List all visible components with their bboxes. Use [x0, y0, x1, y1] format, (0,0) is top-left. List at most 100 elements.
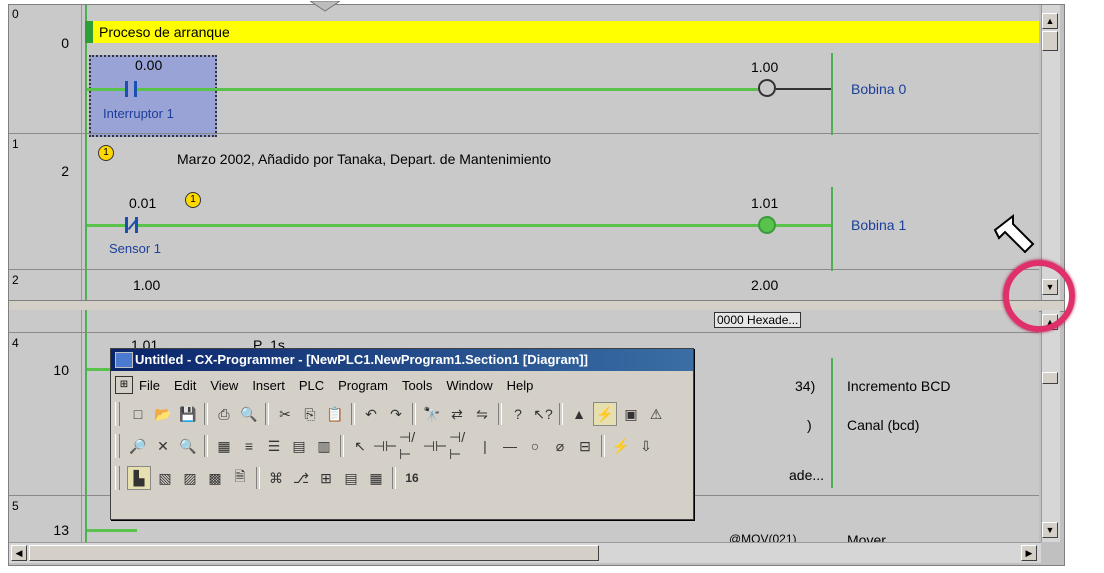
zoom-out-icon[interactable]: 🔍	[177, 435, 199, 457]
mnemonic-icon[interactable]: ▥	[313, 435, 335, 457]
contact-comment-marker-icon[interactable]: 1	[185, 192, 201, 208]
new-icon[interactable]: □	[127, 403, 149, 425]
scroll-down-arrow-icon[interactable]: ▼	[1042, 522, 1058, 538]
contact-no-icon[interactable]: ⊣⊢	[373, 435, 397, 457]
pointer-arrow-icon	[989, 208, 1039, 262]
cut-icon[interactable]: ✂	[274, 403, 296, 425]
find-icon[interactable]: 🔭	[421, 403, 443, 425]
menu-tools[interactable]: Tools	[402, 378, 432, 393]
find-replace-icon[interactable]: ⇋	[471, 403, 493, 425]
menu-view[interactable]: View	[210, 378, 238, 393]
contact-symbol-no[interactable]	[125, 81, 128, 97]
menu-program[interactable]: Program	[338, 378, 388, 393]
redo-icon[interactable]: ↷	[385, 403, 407, 425]
wire	[87, 88, 125, 91]
or-contact-icon[interactable]: ⊣⊢	[423, 435, 447, 457]
instruction-comment: Incremento BCD	[847, 378, 951, 394]
replace-icon[interactable]: ⇄	[446, 403, 468, 425]
coil-icon[interactable]: ○	[524, 435, 546, 457]
context-help-icon[interactable]: ↖?	[532, 403, 554, 425]
zoom-fit-icon[interactable]: ✕	[152, 435, 174, 457]
scroll-left-arrow-icon[interactable]: ◀	[11, 545, 27, 561]
warning-icon[interactable]: ▲	[568, 403, 590, 425]
contact-address: 0.01	[129, 195, 157, 211]
rung-number: 1	[12, 137, 19, 151]
vertical-line-icon[interactable]: |	[474, 435, 496, 457]
cross-reference-icon[interactable]: ⌘	[265, 467, 287, 489]
contact-address: 1.00	[133, 277, 161, 293]
coil-nc-icon[interactable]: ⌀	[549, 435, 571, 457]
right-power-rail	[831, 187, 833, 271]
paste-icon[interactable]: 📋	[324, 403, 346, 425]
coil-address: 1.00	[751, 59, 779, 75]
horizontal-line-icon[interactable]: —	[499, 435, 521, 457]
instruction-fragment: 34)	[795, 378, 816, 394]
scroll-up-arrow-icon[interactable]: ▲	[1042, 13, 1058, 29]
horizontal-scrollbar[interactable]: ◀ ▶	[9, 542, 1041, 563]
mnemonic-view-icon[interactable]: ▤	[340, 467, 362, 489]
zoom-icon[interactable]: 🔎	[127, 435, 149, 457]
menu-plc[interactable]: PLC	[299, 378, 324, 393]
comment-marker-icon[interactable]: 1	[98, 145, 114, 161]
scroll-thumb[interactable]	[1042, 31, 1058, 51]
copy-icon[interactable]: ⎘	[299, 403, 321, 425]
contact-symbol-nc[interactable]	[125, 217, 128, 233]
highlight-ring	[1003, 260, 1075, 332]
symbols-icon[interactable]: ⎇	[290, 467, 312, 489]
wire	[138, 224, 758, 227]
vertical-scrollbar-top[interactable]: ▲ ▼	[1041, 5, 1060, 300]
save-icon[interactable]: 💾	[177, 403, 199, 425]
menu-file[interactable]: File	[139, 378, 160, 393]
step-number: 0	[61, 35, 69, 51]
instruction-icon[interactable]: ⊟	[574, 435, 596, 457]
ladder-view-icon[interactable]: ⊞	[315, 467, 337, 489]
help-icon[interactable]: ?	[507, 403, 529, 425]
transfer-icon[interactable]: ⇩	[635, 435, 657, 457]
memory-icon[interactable]: ▦	[365, 467, 387, 489]
decimal-hex-toggle[interactable]: 16	[401, 467, 423, 489]
menu-edit[interactable]: Edit	[174, 378, 196, 393]
select-mode-icon[interactable]: ↖	[349, 435, 371, 457]
coil-symbol[interactable]	[758, 79, 776, 97]
coil-symbol-energized[interactable]	[758, 216, 776, 234]
print-icon[interactable]: ⎙	[213, 403, 235, 425]
ladder-pane-top[interactable]: 0 0 Proceso de arranque 0.00 Interruptor…	[9, 5, 1039, 300]
wire	[87, 529, 137, 532]
print-preview-icon[interactable]: 🔍	[238, 403, 260, 425]
output-window-icon[interactable]: ▧	[154, 467, 176, 489]
left-power-rail	[85, 5, 87, 300]
or-contact-nc-icon[interactable]: ⊣/⊢	[449, 429, 471, 462]
step-number: 13	[53, 522, 69, 538]
toolbar-view: ▙ ▧ ▨ ▩ 🗎 ⌘ ⎇ ⊞ ▤ ▦ 16	[115, 463, 423, 493]
watch-window-icon[interactable]: ▨	[179, 467, 201, 489]
vertical-scrollbar-bottom[interactable]: ▲ ▼	[1041, 310, 1060, 542]
cx-programmer-window[interactable]: Untitled - CX-Programmer - [NewPLC1.NewP…	[110, 348, 694, 520]
scroll-right-arrow-icon[interactable]: ▶	[1021, 545, 1037, 561]
comments-icon[interactable]: ≡	[238, 435, 260, 457]
monitor-icon[interactable]: ▣	[620, 403, 642, 425]
project-workspace-icon[interactable]: ▙	[127, 466, 151, 490]
rung-comment-icon[interactable]: ☰	[263, 435, 285, 457]
menu-help[interactable]: Help	[507, 378, 534, 393]
bus-icon[interactable]: ▤	[288, 435, 310, 457]
menu-insert[interactable]: Insert	[252, 378, 285, 393]
online-icon[interactable]: ⚡	[593, 402, 617, 426]
menu-window[interactable]: Window	[446, 378, 492, 393]
contact-nc-icon[interactable]: ⊣/⊢	[399, 429, 421, 462]
step-number: 10	[53, 362, 69, 378]
undo-icon[interactable]: ↶	[360, 403, 382, 425]
open-icon[interactable]: 📂	[152, 403, 174, 425]
instruction-fragment: )	[807, 417, 812, 433]
document-icon[interactable]: ⊞	[115, 376, 133, 394]
compile-icon[interactable]: ⚠	[645, 403, 667, 425]
scroll-thumb[interactable]	[29, 545, 599, 561]
coil-name: Bobina 1	[851, 217, 907, 233]
hex-fragment: ade...	[789, 467, 825, 483]
rung-number: 2	[12, 273, 19, 287]
properties-icon[interactable]: 🗎	[229, 467, 251, 489]
grid-icon[interactable]: ▦	[213, 435, 235, 457]
online-edit-icon[interactable]: ⚡	[610, 435, 632, 457]
scroll-thumb[interactable]	[1042, 372, 1058, 384]
address-reference-icon[interactable]: ▩	[204, 467, 226, 489]
titlebar[interactable]: Untitled - CX-Programmer - [NewPLC1.NewP…	[111, 349, 693, 371]
